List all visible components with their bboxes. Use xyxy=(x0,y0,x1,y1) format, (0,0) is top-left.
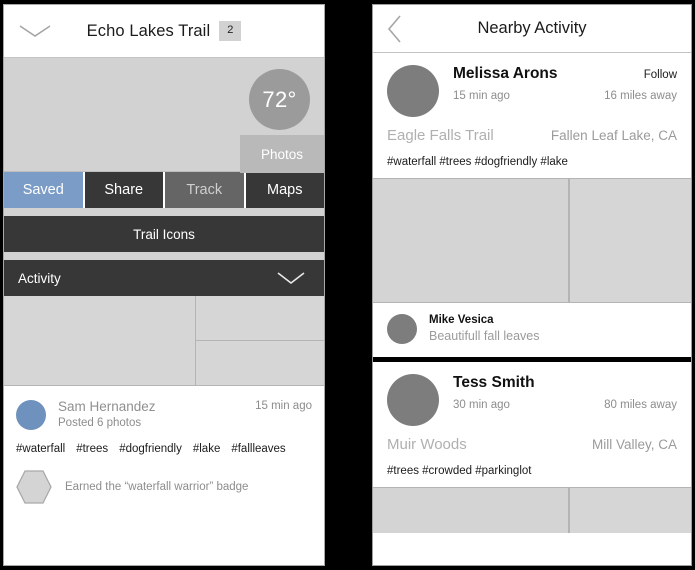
chevron-down-icon[interactable] xyxy=(276,271,306,285)
photo-thumbnail[interactable] xyxy=(373,488,571,533)
tab-track[interactable]: Track xyxy=(165,172,246,208)
tab-share[interactable]: Share xyxy=(84,172,165,208)
photo-thumbnail[interactable] xyxy=(196,341,324,385)
trail-tabbar: Saved Share Track Maps xyxy=(4,172,324,208)
trail-detail-header: Echo Lakes Trail 2 xyxy=(4,5,324,58)
earned-badge-text: Earned the “waterfall warrior” badge xyxy=(65,481,249,493)
avatar[interactable] xyxy=(387,65,439,117)
tag[interactable]: #waterfall xyxy=(16,443,65,455)
activity-post: Sam Hernandez Posted 6 photos 15 min ago… xyxy=(4,386,324,515)
tag[interactable]: #trees xyxy=(76,443,108,455)
tag[interactable]: #dogfriendly xyxy=(119,443,182,455)
activity-card[interactable]: Tess Smith 30 min ago 80 miles away Muir… xyxy=(373,362,691,487)
photo-thumbnail[interactable] xyxy=(373,179,571,302)
chevron-left-icon[interactable] xyxy=(387,14,403,44)
card-timestamp: 30 min ago xyxy=(453,399,510,411)
nearby-activity-header: Nearby Activity xyxy=(373,5,691,53)
earned-badge-row: Earned the “waterfall warrior” badge xyxy=(16,469,312,505)
divider-1 xyxy=(4,208,324,216)
card-photo-grid xyxy=(373,487,691,533)
tag[interactable]: #lake xyxy=(193,443,221,455)
card-author-name: Tess Smith xyxy=(453,374,535,391)
follow-button[interactable]: Follow xyxy=(644,69,677,81)
card-location: Fallen Leaf Lake, CA xyxy=(550,128,677,143)
chevron-down-icon[interactable] xyxy=(18,23,52,39)
card-location: Mill Valley, CA xyxy=(591,437,677,452)
mini-post-author: Mike Vesica xyxy=(429,314,494,326)
photos-button[interactable]: Photos xyxy=(240,135,324,173)
temperature-badge: 72° xyxy=(249,69,310,130)
tab-saved[interactable]: Saved xyxy=(4,172,85,208)
post-subtitle: Posted 6 photos xyxy=(58,417,142,429)
activity-section-header[interactable]: Activity xyxy=(4,260,324,296)
status-badge[interactable]: 2 xyxy=(219,21,242,41)
post-timestamp: 15 min ago xyxy=(255,400,312,412)
photo-caption-post: Mike Vesica Beautifull fall leaves xyxy=(373,303,691,357)
activity-card[interactable]: Melissa Arons Follow 15 min ago 16 miles… xyxy=(373,53,691,178)
photo-thumbnail[interactable] xyxy=(570,179,691,302)
photo-thumbnail[interactable] xyxy=(196,296,324,341)
card-author-name: Melissa Arons xyxy=(453,65,558,82)
post-author-name: Sam Hernandez xyxy=(58,399,156,414)
page-title: Nearby Activity xyxy=(477,19,587,37)
tab-maps[interactable]: Maps xyxy=(245,172,324,208)
avatar[interactable] xyxy=(16,400,46,430)
card-photo-grid xyxy=(373,178,691,303)
nearby-activity-panel: Nearby Activity Melissa Arons Follow 15 … xyxy=(372,4,692,566)
card-tags[interactable]: #waterfall #trees #dogfriendly #lake xyxy=(387,156,677,168)
divider-2 xyxy=(4,252,324,260)
activity-section-label: Activity xyxy=(18,270,61,286)
photo-thumbnail[interactable] xyxy=(570,488,691,533)
screenshot-root: Echo Lakes Trail 2 72° Photos Saved Shar… xyxy=(0,0,695,570)
card-tags[interactable]: #trees #crowded #parkinglot xyxy=(387,465,677,477)
card-distance: 16 miles away xyxy=(604,90,677,102)
activity-photo-grid xyxy=(4,296,324,386)
photo-thumbnail[interactable] xyxy=(4,296,196,385)
mini-post-caption: Beautifull fall leaves xyxy=(429,329,540,343)
avatar[interactable] xyxy=(387,374,439,426)
card-distance: 80 miles away xyxy=(604,399,677,411)
post-tags: #waterfall #trees #dogfriendly #lake #fa… xyxy=(16,443,312,455)
hexagon-badge-icon xyxy=(16,470,52,504)
trail-detail-panel: Echo Lakes Trail 2 72° Photos Saved Shar… xyxy=(3,4,325,566)
tag[interactable]: #fallleaves xyxy=(231,443,285,455)
trail-hero-image: 72° Photos xyxy=(4,58,324,173)
trail-icons-button[interactable]: Trail Icons xyxy=(4,216,324,252)
card-timestamp: 15 min ago xyxy=(453,90,510,102)
page-title: Echo Lakes Trail xyxy=(86,21,211,40)
card-trail-name[interactable]: Eagle Falls Trail xyxy=(387,127,494,144)
card-trail-name[interactable]: Muir Woods xyxy=(387,436,467,453)
avatar[interactable] xyxy=(387,314,417,344)
